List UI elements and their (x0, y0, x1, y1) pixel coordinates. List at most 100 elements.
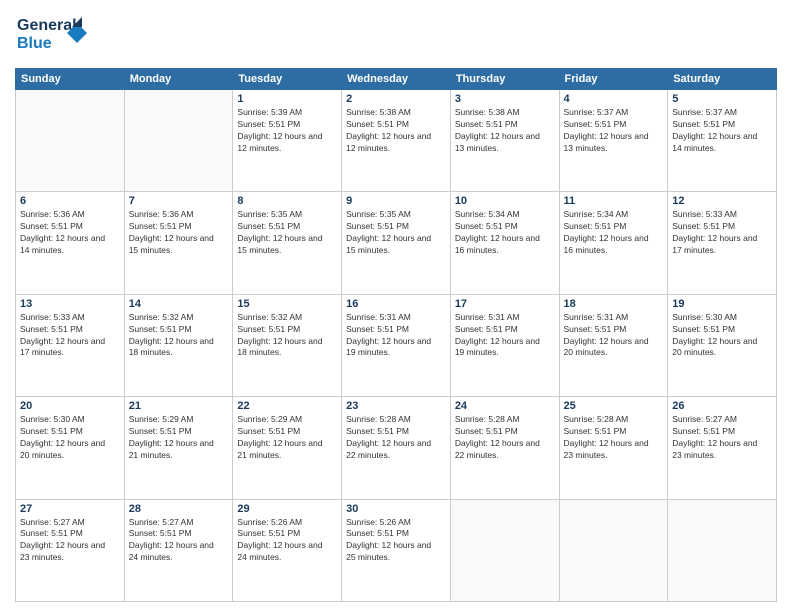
sunset-text: Sunset: 5:51 PM (672, 324, 735, 334)
sunrise-text: Sunrise: 5:31 AM (455, 312, 520, 322)
daylight-label: Daylight: 12 hours and (20, 438, 105, 448)
calendar-cell: 13Sunrise: 5:33 AMSunset: 5:51 PMDayligh… (16, 294, 125, 396)
calendar-cell: 24Sunrise: 5:28 AMSunset: 5:51 PMDayligh… (450, 397, 559, 499)
day-number: 20 (20, 400, 120, 412)
sunset-text: Sunset: 5:51 PM (237, 324, 300, 334)
day-info: Sunrise: 5:33 AMSunset: 5:51 PMDaylight:… (672, 209, 772, 257)
daylight-label: Daylight: 12 hours and (455, 336, 540, 346)
calendar-cell: 6Sunrise: 5:36 AMSunset: 5:51 PMDaylight… (16, 192, 125, 294)
sunset-text: Sunset: 5:51 PM (672, 119, 735, 129)
sunset-text: Sunset: 5:51 PM (455, 324, 518, 334)
calendar-cell: 22Sunrise: 5:29 AMSunset: 5:51 PMDayligh… (233, 397, 342, 499)
calendar-cell: 27 Sunrise: 5:27 AMSunset: 5:51 PMDayligh… (16, 499, 125, 601)
sunrise-text: Sunrise: 5:39 AM (237, 107, 302, 117)
day-info: Sunrise: 5:31 AM Sunset: 5:51 PM Daylight:… (455, 312, 555, 360)
calendar-cell: 17 Sunrise: 5:31 AM Sunset: 5:51 PM Dayligh… (450, 294, 559, 396)
day-info: Sunrise: 5:30 AMSunset: 5:51 PMDaylight:… (20, 414, 120, 462)
calendar-cell: 14Sunrise: 5:32 AMSunset: 5:51 PMDayligh… (124, 294, 233, 396)
day-info: Sunrise: 5:30 AMSunset: 5:51 PMDaylight:… (672, 312, 772, 360)
day-info: Sunrise: 5:36 AMSunset: 5:51 PMDaylight:… (129, 209, 229, 257)
sunset-text: Sunset: 5:51 PM (346, 426, 409, 436)
day-number: 16 (346, 298, 446, 310)
daylight-value: 19 minutes. (455, 347, 499, 357)
sunset-text: Sunset: 5:51 PM (455, 426, 518, 436)
sunrise-text: Sunrise: 5:38 AM (346, 107, 411, 117)
logo: General Blue (15, 10, 100, 60)
weekday-header-monday: Monday (124, 69, 233, 90)
sunset-text: Sunset: 5:51 PM (455, 119, 518, 129)
sunrise-text: Sunrise: 5:29 AM (237, 414, 302, 424)
daylight-value: 24 minutes. (129, 552, 173, 562)
day-number: 29 (237, 503, 337, 515)
week-row-4: 20 Sunrise: 5:30 AMSunset: 5:51 PMDayligh… (16, 397, 777, 499)
day-info: Sunrise: 5:37 AMSunset: 5:51 PMDaylight:… (672, 107, 772, 155)
sunrise-text: Sunrise: 5:37 AM (672, 107, 737, 117)
day-number: 13 (20, 298, 120, 310)
calendar-cell (559, 499, 668, 601)
day-number: 17 (455, 298, 555, 310)
day-info: Sunrise: 5:27 AMSunset: 5:51 PMDaylight:… (20, 517, 120, 565)
calendar-cell: 26Sunrise: 5:27 AMSunset: 5:51 PMDayligh… (668, 397, 777, 499)
daylight-label: Daylight: 12 hours and (129, 540, 214, 550)
sunset-text: Sunset: 5:51 PM (455, 221, 518, 231)
sunrise-text: Sunrise: 5:36 AM (129, 209, 194, 219)
calendar-table: SundayMondayTuesdayWednesdayThursdayFrid… (15, 68, 777, 602)
sunrise-text: Sunrise: 5:29 AM (129, 414, 194, 424)
day-info: Sunrise: 5:35 AMSunset: 5:51 PMDaylight:… (346, 209, 446, 257)
sunset-text: Sunset: 5:51 PM (129, 528, 192, 538)
day-info: Sunrise: 5:28 AMSunset: 5:51 PMDaylight:… (455, 414, 555, 462)
calendar-cell: 21Sunrise: 5:29 AMSunset: 5:51 PMDayligh… (124, 397, 233, 499)
day-number: 26 (672, 400, 772, 412)
calendar-cell: 23Sunrise: 5:28 AMSunset: 5:51 PMDayligh… (342, 397, 451, 499)
day-number: 14 (129, 298, 229, 310)
daylight-label: Daylight: 12 hours and (672, 438, 757, 448)
sunrise-text: Sunrise: 5:35 AM (346, 209, 411, 219)
day-info: Sunrise: 5:29 AMSunset: 5:51 PMDaylight:… (129, 414, 229, 462)
daylight-value: 21 minutes. (237, 450, 281, 460)
calendar-cell: 29Sunrise: 5:26 AMSunset: 5:51 PMDayligh… (233, 499, 342, 601)
calendar-cell: 15Sunrise: 5:32 AMSunset: 5:51 PMDayligh… (233, 294, 342, 396)
daylight-value: 15 minutes. (346, 245, 390, 255)
daylight-value: 13 minutes. (455, 143, 499, 153)
day-number: 9 (346, 195, 446, 207)
calendar-cell: 4Sunrise: 5:37 AMSunset: 5:51 PMDaylight… (559, 90, 668, 192)
day-info: Sunrise: 5:31 AMSunset: 5:51 PMDaylight:… (564, 312, 664, 360)
daylight-value: 19 minutes. (346, 347, 390, 357)
sunrise-text: Sunrise: 5:35 AM (237, 209, 302, 219)
sunrise-text: Sunrise: 5:38 AM (455, 107, 520, 117)
sunset-text: Sunset: 5:51 PM (237, 528, 300, 538)
week-row-2: 6Sunrise: 5:36 AMSunset: 5:51 PMDaylight… (16, 192, 777, 294)
calendar-cell (450, 499, 559, 601)
calendar-cell: 7Sunrise: 5:36 AMSunset: 5:51 PMDaylight… (124, 192, 233, 294)
daylight-value: 22 minutes. (455, 450, 499, 460)
day-number: 27 (20, 503, 120, 515)
daylight-value: 15 minutes. (129, 245, 173, 255)
day-number: 18 (564, 298, 664, 310)
daylight-label: Daylight: 12 hours and (346, 131, 431, 141)
daylight-label: Daylight: 12 hours and (455, 233, 540, 243)
week-row-1: 1Sunrise: 5:39 AMSunset: 5:51 PMDaylight… (16, 90, 777, 192)
day-info: Sunrise: 5:39 AMSunset: 5:51 PMDaylight:… (237, 107, 337, 155)
calendar-cell: 11Sunrise: 5:34 AMSunset: 5:51 PMDayligh… (559, 192, 668, 294)
day-number: 22 (237, 400, 337, 412)
daylight-label: Daylight: 12 hours and (455, 438, 540, 448)
daylight-value: 17 minutes. (20, 347, 64, 357)
daylight-value: 16 minutes. (455, 245, 499, 255)
day-info: Sunrise: 5:27 AMSunset: 5:51 PMDaylight:… (129, 517, 229, 565)
daylight-label: Daylight: 12 hours and (564, 438, 649, 448)
sunrise-text: Sunrise: 5:26 AM (237, 517, 302, 527)
sunset-text: Sunset: 5:51 PM (237, 119, 300, 129)
calendar-cell: 2Sunrise: 5:38 AMSunset: 5:51 PMDaylight… (342, 90, 451, 192)
daylight-label: Daylight: 12 hours and (346, 233, 431, 243)
daylight-label: Daylight: 12 hours and (564, 131, 649, 141)
sunrise-text: Sunrise: 5:31 AM (346, 312, 411, 322)
daylight-label: Daylight: 12 hours and (564, 336, 649, 346)
calendar-cell: 8Sunrise: 5:35 AMSunset: 5:51 PMDaylight… (233, 192, 342, 294)
day-number: 4 (564, 93, 664, 105)
day-number: 10 (455, 195, 555, 207)
sunset-text: Sunset: 5:51 PM (129, 324, 192, 334)
sunrise-text: Sunrise: 5:36 AM (20, 209, 85, 219)
calendar-cell: 28Sunrise: 5:27 AMSunset: 5:51 PMDayligh… (124, 499, 233, 601)
sunset-text: Sunset: 5:51 PM (20, 221, 83, 231)
daylight-value: 25 minutes. (346, 552, 390, 562)
